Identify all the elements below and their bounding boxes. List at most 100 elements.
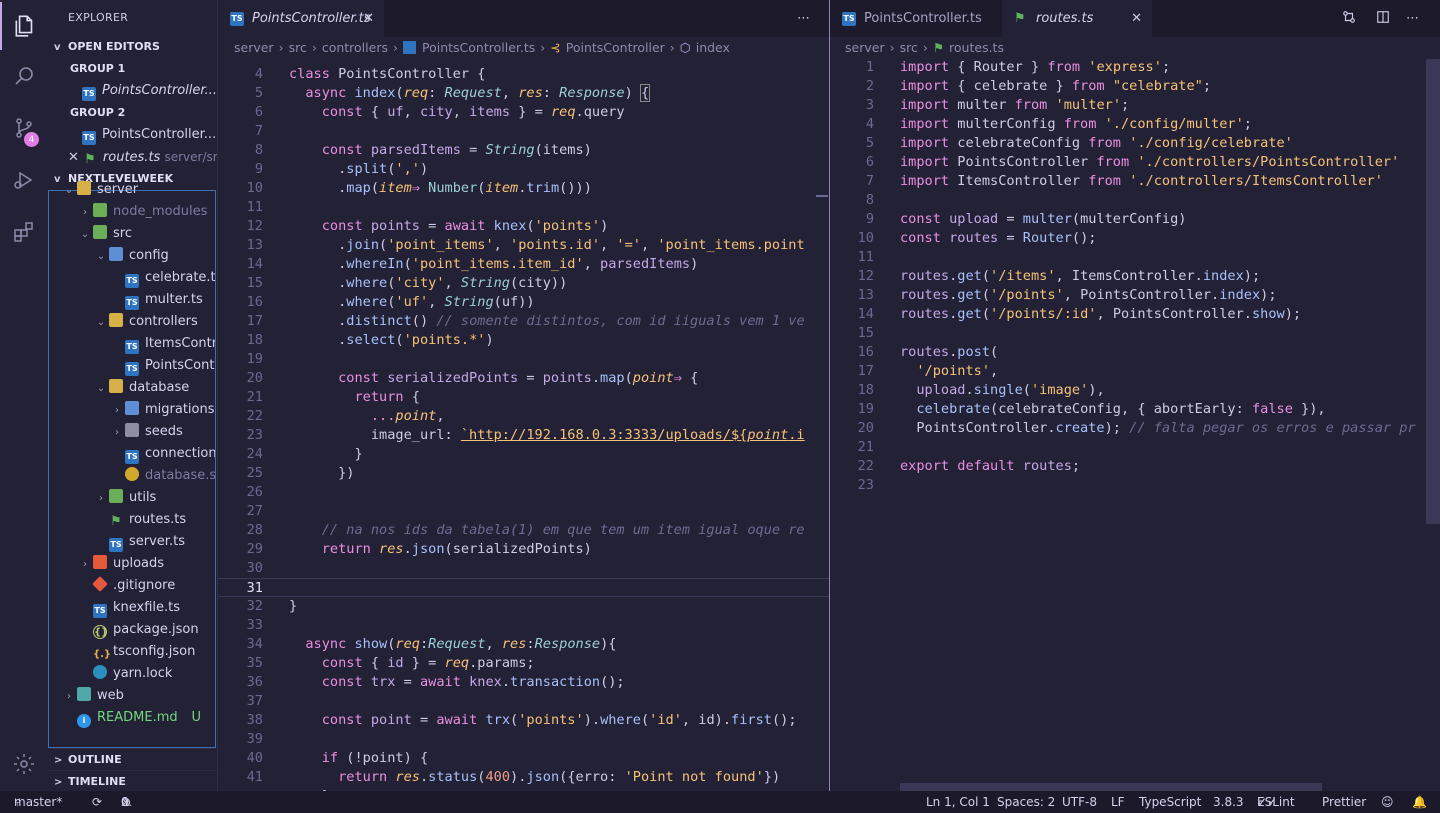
tree-item[interactable]: ⌄ config — [49, 245, 215, 267]
code-line[interactable]: 21 — [830, 438, 1440, 457]
tree-item[interactable]: ⌄ src — [49, 223, 215, 245]
tree-item[interactable]: {} package.json — [49, 619, 215, 641]
code-line[interactable]: 13 .join('point_items', 'points.id', '='… — [218, 236, 830, 255]
code-line[interactable]: 37 — [218, 692, 830, 711]
code-line[interactable]: 15 .where('city', String(city)) — [218, 274, 830, 293]
outline-header[interactable]: > OUTLINE — [48, 748, 217, 770]
code-line[interactable]: 31 — [218, 578, 830, 597]
tree-item[interactable]: › uploads — [49, 553, 215, 575]
code-line[interactable]: 14 .whereIn('point_items.item_id', parse… — [218, 255, 830, 274]
code-line[interactable]: 26 — [218, 483, 830, 502]
code-line[interactable]: 35 const { id } = req.params; — [218, 654, 830, 673]
tree-item[interactable]: TS celebrate.ts — [49, 267, 215, 289]
breadcrumb-item[interactable]: server — [234, 40, 274, 55]
code-line[interactable]: 23 image_url: `http://192.168.0.3:3333/u… — [218, 426, 830, 445]
open-editor-item[interactable]: TS PointsController.... — [82, 124, 217, 146]
code-line[interactable]: 4 import multerConfig from './config/mult… — [830, 115, 1440, 134]
code-line[interactable]: 24 } — [218, 445, 830, 464]
code-line[interactable]: 23 — [830, 476, 1440, 495]
code-line[interactable]: 41 return res.status(400).json({erro: 'P… — [218, 768, 830, 787]
encoding[interactable]: UTF-8 — [1062, 791, 1097, 813]
code-line[interactable]: 2 import { celebrate } from "celebrate"; — [830, 77, 1440, 96]
close-icon[interactable]: ✕ — [363, 0, 374, 37]
vertical-scrollbar[interactable] — [1426, 59, 1440, 524]
tree-item[interactable]: TS knexfile.ts — [49, 597, 215, 619]
code-line[interactable]: 14 routes.get('/points/:id', PointsContro… — [830, 305, 1440, 324]
code-line[interactable]: 9 const upload = multer(multerConfig) — [830, 210, 1440, 229]
more-actions-icon[interactable]: ⋯ — [1406, 0, 1419, 37]
tree-item[interactable]: › node_modules — [49, 201, 215, 223]
code-line[interactable]: 28 // na nos ids da tabela(1) em que tem… — [218, 521, 830, 540]
code-line[interactable]: 8 — [830, 191, 1440, 210]
code-line[interactable]: 10 const routes = Router(); — [830, 229, 1440, 248]
code-line[interactable]: 22 ...point, — [218, 407, 830, 426]
prettier-status[interactable]: Prettier — [1322, 791, 1366, 813]
code-line[interactable]: 12 routes.get('/items', ItemsController.i… — [830, 267, 1440, 286]
tree-item[interactable]: database.sql... — [49, 465, 215, 487]
tree-item[interactable]: yarn.lock — [49, 663, 215, 685]
open-editor-item[interactable]: TS PointsController.... — [82, 80, 217, 102]
open-editor-item-active[interactable]: ✕⚑routes.ts server/src — [68, 146, 217, 168]
code-line[interactable]: 17 '/points', — [830, 362, 1440, 381]
code-line[interactable]: 6 const { uf, city, items } = req.query — [218, 103, 830, 122]
code-line[interactable]: 20 PointsController.create); // falta pe… — [830, 419, 1440, 438]
code-line[interactable]: 22 export default routes; — [830, 457, 1440, 476]
code-line[interactable]: 7 import ItemsController from './controll… — [830, 172, 1440, 191]
split-editor-icon[interactable] — [1376, 0, 1390, 37]
breadcrumb-item[interactable]: index — [696, 40, 730, 55]
code-line[interactable]: 10 .map(item⇒ Number(item.trim())) — [218, 179, 830, 198]
code-line[interactable]: 5 async index(req: Request, res: Respons… — [218, 84, 830, 103]
ts-version[interactable]: 3.8.3 — [1213, 791, 1244, 813]
horizontal-scrollbar[interactable] — [900, 783, 1322, 791]
tree-item[interactable]: › utils — [49, 487, 215, 509]
code-line[interactable]: 11 — [830, 248, 1440, 267]
source-control-icon[interactable]: 4 — [0, 104, 48, 152]
search-icon[interactable] — [0, 52, 48, 100]
code-line[interactable]: 3 import multer from 'multer'; — [830, 96, 1440, 115]
code-line[interactable]: 19 — [218, 350, 830, 369]
breadcrumb-item[interactable]: PointsController.ts — [422, 40, 535, 55]
code-line[interactable]: 38 const point = await trx('points').whe… — [218, 711, 830, 730]
code-line[interactable]: 4 class PointsController { — [218, 65, 830, 84]
tree-item[interactable]: i README.md U — [49, 707, 215, 729]
code-line[interactable]: 17 .distinct() // somente distintos, com… — [218, 312, 830, 331]
language-mode[interactable]: TypeScript — [1139, 791, 1201, 813]
tree-item[interactable]: › web — [49, 685, 215, 707]
run-debug-icon[interactable] — [0, 156, 48, 204]
close-icon[interactable]: ✕ — [1131, 0, 1142, 37]
tree-item[interactable]: › migrations — [49, 399, 215, 421]
breadcrumb-item[interactable]: server — [845, 40, 885, 55]
tree-item[interactable]: ⌄ server — [49, 179, 215, 201]
open-editors-header[interactable]: v OPEN EDITORS — [48, 36, 217, 58]
code-line[interactable]: 8 const parsedItems = String(items) — [218, 141, 830, 160]
code-line[interactable]: 5 import celebrateConfig from './config/c… — [830, 134, 1440, 153]
tree-item[interactable]: TS server.ts — [49, 531, 215, 553]
code-line[interactable]: 32} — [218, 597, 830, 616]
code-line[interactable]: 1 import { Router } from 'express'; — [830, 59, 1440, 77]
tree-item[interactable]: ⚑ routes.ts — [49, 509, 215, 531]
code-line[interactable]: 21 return { — [218, 388, 830, 407]
code-line[interactable]: 30 — [218, 559, 830, 578]
tree-item[interactable]: ⌄ controllers — [49, 311, 215, 333]
code-line[interactable]: 13 routes.get('/points', PointsController… — [830, 286, 1440, 305]
end-of-line[interactable]: LF — [1111, 791, 1125, 813]
tree-item[interactable]: TS PointsContr... — [49, 355, 215, 377]
open-changes-icon[interactable] — [1342, 0, 1356, 37]
tree-item[interactable]: TS ItemsContro... — [49, 333, 215, 355]
breadcrumb-item[interactable]: src — [289, 40, 307, 55]
feedback-icon[interactable]: ☺ — [1381, 791, 1394, 813]
left-code-editor[interactable]: 4 class PointsController {5 async index(r… — [218, 59, 830, 791]
tree-item[interactable]: TS multer.ts — [49, 289, 215, 311]
tree-item[interactable]: TS connection.ts — [49, 443, 215, 465]
code-line[interactable]: 12 const points = await knex('points') — [218, 217, 830, 236]
breadcrumb-item[interactable]: routes.ts — [949, 40, 1004, 55]
sync-icon[interactable]: ⟳ — [92, 791, 102, 813]
code-line[interactable]: 25 }) — [218, 464, 830, 483]
code-line[interactable]: 33 — [218, 616, 830, 635]
extensions-icon[interactable] — [0, 208, 48, 256]
timeline-header[interactable]: > TIMELINE — [48, 770, 217, 791]
code-line[interactable]: 6 import PointsController from './control… — [830, 153, 1440, 172]
code-line[interactable]: 18 .select('points.*') — [218, 331, 830, 350]
tree-item[interactable]: .gitignore — [49, 575, 215, 597]
code-line[interactable]: 29 return res.json(serializedPoints) — [218, 540, 830, 559]
